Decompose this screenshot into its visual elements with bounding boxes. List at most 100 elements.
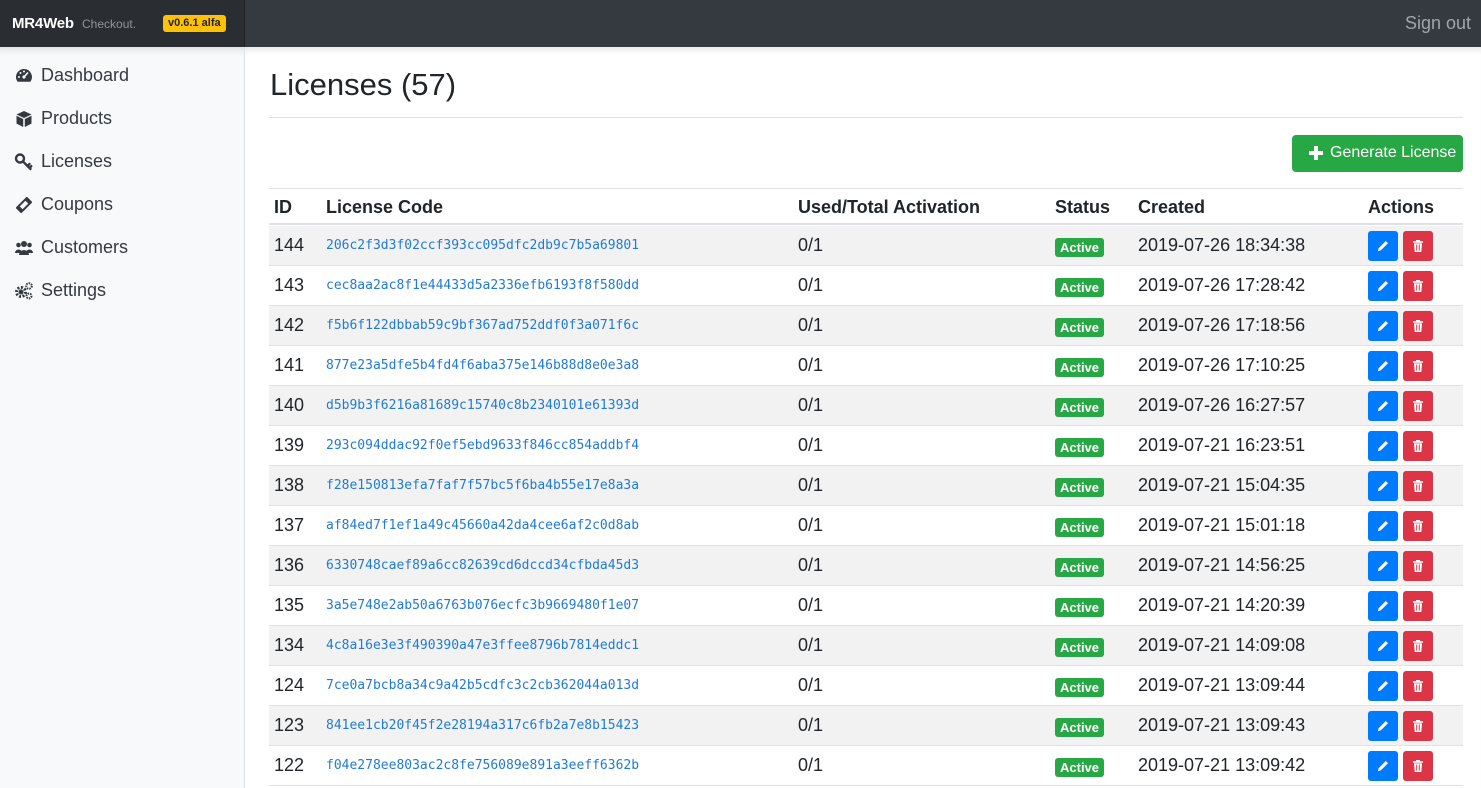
created-date: 2019-07-21 13:09:44 <box>1138 675 1306 695</box>
status-badge: Active <box>1055 758 1105 777</box>
delete-button[interactable] <box>1403 511 1433 541</box>
license-code-link[interactable]: f04e278ee803ac2c8fe756089e891a3eeff6362b <box>326 758 639 773</box>
license-code-link[interactable]: f28e150813efa7faf7f57bc5f6ba4b55e17e8a3a <box>326 478 639 493</box>
sidebar-item-label: Licenses <box>41 151 113 171</box>
status-badge: Active <box>1055 238 1105 257</box>
delete-button[interactable] <box>1403 231 1433 261</box>
edit-button[interactable] <box>1368 511 1398 541</box>
sidebar-item-label: Coupons <box>41 194 114 214</box>
edit-button[interactable] <box>1368 471 1398 501</box>
trash-icon <box>1413 400 1423 412</box>
generate-license-button[interactable]: Generate License <box>1292 135 1463 172</box>
trash-icon <box>1413 240 1423 252</box>
license-code-link[interactable]: 206c2f3d3f02ccf393cc095dfc2db9c7b5a69801 <box>326 238 639 253</box>
edit-button[interactable] <box>1368 391 1398 421</box>
created-date: 2019-07-21 13:09:42 <box>1138 755 1306 775</box>
sidebar-item-customers[interactable]: Customers <box>0 227 244 270</box>
status-badge: Active <box>1055 358 1105 377</box>
sidebar-item-label: Products <box>41 108 113 128</box>
trash-icon <box>1413 360 1423 372</box>
table-row: 137 af84ed7f1ef1a49c45660a42da4cee6af2c0d… <box>269 506 1463 546</box>
brand-name[interactable]: MR4Web <box>12 15 74 32</box>
created-date: 2019-07-21 14:09:08 <box>1138 635 1306 655</box>
delete-button[interactable] <box>1403 471 1433 501</box>
sign-out-link[interactable]: Sign out <box>1405 13 1471 34</box>
delete-button[interactable] <box>1403 751 1433 781</box>
delete-button[interactable] <box>1403 431 1433 461</box>
edit-button[interactable] <box>1368 631 1398 661</box>
brand-subtitle: Checkout. <box>82 17 137 31</box>
license-code-link[interactable]: 3a5e748e2ab50a6763b076ecfc3b9669480f1e07 <box>326 598 639 613</box>
activation-count: 0/1 <box>798 595 824 615</box>
license-id: 123 <box>274 715 305 735</box>
status-badge: Active <box>1055 718 1105 737</box>
license-code-link[interactable]: af84ed7f1ef1a49c45660a42da4cee6af2c0d8ab <box>326 518 639 533</box>
activation-count: 0/1 <box>798 555 824 575</box>
trash-icon <box>1413 680 1423 692</box>
created-date: 2019-07-26 17:28:42 <box>1138 275 1306 295</box>
status-badge: Active <box>1055 278 1105 297</box>
users-icon <box>15 241 33 255</box>
sidebar-item-dashboard[interactable]: Dashboard <box>0 55 244 98</box>
status-badge: Active <box>1055 398 1105 417</box>
divider <box>269 117 1463 118</box>
column-header-id: ID <box>274 197 292 217</box>
edit-button[interactable] <box>1368 751 1398 781</box>
sidebar-item-label: Dashboard <box>41 65 130 85</box>
edit-button[interactable] <box>1368 591 1398 621</box>
delete-button[interactable] <box>1403 391 1433 421</box>
edit-button[interactable] <box>1368 431 1398 461</box>
activation-count: 0/1 <box>798 395 824 415</box>
delete-button[interactable] <box>1403 311 1433 341</box>
license-code-link[interactable]: 841ee1cb20f45f2e28194a317c6fb2a7e8b15423 <box>326 718 639 733</box>
delete-button[interactable] <box>1403 551 1433 581</box>
edit-button[interactable] <box>1368 351 1398 381</box>
license-id: 137 <box>274 515 305 535</box>
pencil-icon <box>1378 361 1388 371</box>
cogs-icon <box>15 282 33 300</box>
edit-button[interactable] <box>1368 311 1398 341</box>
edit-button[interactable] <box>1368 711 1398 741</box>
sidebar-item-licenses[interactable]: Licenses <box>0 141 244 184</box>
sidebar-item-coupons[interactable]: Coupons <box>0 184 244 227</box>
trash-icon <box>1413 280 1423 292</box>
table-row: 136 6330748caef89a6cc82639cd6dccd34cfbda4… <box>269 546 1463 586</box>
table-row: 123 841ee1cb20f45f2e28194a317c6fb2a7e8b15… <box>269 706 1463 746</box>
license-id: 140 <box>274 395 305 415</box>
license-code-link[interactable]: 6330748caef89a6cc82639cd6dccd34cfbda45d3 <box>326 558 639 573</box>
edit-button[interactable] <box>1368 671 1398 701</box>
table-row: 124 7ce0a7bcb8a34c9a42b5cdfc3c2cb362044a0… <box>269 666 1463 706</box>
license-code-link[interactable]: f5b6f122dbbab59c9bf367ad752ddf0f3a071f6c <box>326 318 639 333</box>
license-id: 143 <box>274 275 305 295</box>
license-id: 122 <box>274 755 305 775</box>
delete-button[interactable] <box>1403 631 1433 661</box>
status-badge: Active <box>1055 638 1105 657</box>
license-code-link[interactable]: 4c8a16e3e3f490390a47e3ffee8796b7814eddc1 <box>326 638 639 653</box>
sidebar-item-products[interactable]: Products <box>0 98 244 141</box>
status-badge: Active <box>1055 678 1105 697</box>
edit-button[interactable] <box>1368 551 1398 581</box>
delete-button[interactable] <box>1403 271 1433 301</box>
pencil-icon <box>1378 281 1388 291</box>
activation-count: 0/1 <box>798 675 824 695</box>
delete-button[interactable] <box>1403 711 1433 741</box>
pencil-icon <box>1378 241 1388 251</box>
delete-button[interactable] <box>1403 351 1433 381</box>
table-row: 142 f5b6f122dbbab59c9bf367ad752ddf0f3a071… <box>269 306 1463 346</box>
status-badge: Active <box>1055 318 1105 337</box>
edit-button[interactable] <box>1368 271 1398 301</box>
edit-button[interactable] <box>1368 231 1398 261</box>
license-code-link[interactable]: cec8aa2ac8f1e44433d5a2336efb6193f8f580dd <box>326 278 639 293</box>
license-code-link[interactable]: d5b9b3f6216a81689c15740c8b2340101e61393d <box>326 398 639 413</box>
tachometer-icon <box>16 69 32 82</box>
license-code-link[interactable]: 293c094ddac92f0ef5ebd9633f846cc854addbf4 <box>326 438 639 453</box>
created-date: 2019-07-26 16:27:57 <box>1138 395 1306 415</box>
sidebar-item-settings[interactable]: Settings <box>0 270 244 313</box>
trash-icon <box>1413 560 1423 572</box>
delete-button[interactable] <box>1403 591 1433 621</box>
column-header-actions: Actions <box>1368 197 1435 217</box>
delete-button[interactable] <box>1403 671 1433 701</box>
column-header-activation: Used/Total Activation <box>798 197 981 217</box>
license-code-link[interactable]: 877e23a5dfe5b4fd4f6aba375e146b88d8e0e3a8 <box>326 358 639 373</box>
license-code-link[interactable]: 7ce0a7bcb8a34c9a42b5cdfc3c2cb362044a013d <box>326 678 639 693</box>
